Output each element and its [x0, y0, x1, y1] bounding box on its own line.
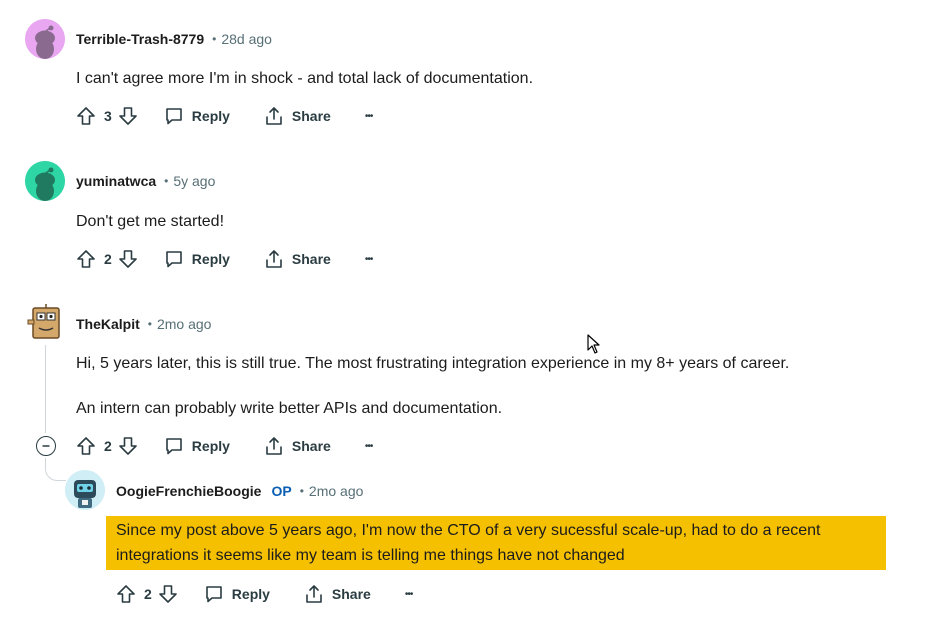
comment-meta: Terrible-Trash-8779 • 28d ago — [76, 27, 272, 51]
comment-bubble-icon — [205, 586, 222, 603]
upvote-button[interactable] — [76, 106, 96, 126]
share-button[interactable]: Share — [304, 584, 371, 604]
comment-bubble-icon — [165, 438, 182, 455]
timestamp[interactable]: 5y ago — [173, 173, 215, 189]
upvote-icon — [77, 107, 95, 125]
more-options-icon: ••• — [364, 440, 373, 452]
mouse-cursor-icon — [587, 334, 600, 354]
op-badge: OP — [271, 483, 292, 499]
avatar[interactable] — [65, 470, 105, 510]
author-name[interactable]: TheKalpit — [76, 316, 140, 332]
more-options-icon: ••• — [404, 588, 413, 600]
downvote-icon — [118, 437, 137, 455]
downvote-button[interactable] — [118, 106, 138, 126]
share-label: Share — [291, 438, 331, 454]
upvote-icon — [77, 250, 95, 268]
author-name[interactable]: OogieFrenchieBoogie — [116, 483, 261, 499]
downvote-button[interactable] — [118, 436, 138, 456]
collapse-thread-button[interactable] — [36, 436, 56, 456]
snoo-avatar-icon — [25, 161, 65, 201]
upvote-icon — [117, 585, 135, 603]
share-button[interactable]: Share — [264, 106, 331, 126]
author-name[interactable]: Terrible-Trash-8779 — [76, 31, 204, 47]
comment-actions: 3 Reply Share ••• — [76, 102, 373, 130]
comment-text: Don't get me started! — [76, 213, 225, 230]
downvote-button[interactable] — [118, 249, 138, 269]
downvote-icon — [118, 107, 137, 125]
timestamp[interactable]: 2mo ago — [157, 316, 211, 332]
downvote-button[interactable] — [158, 584, 178, 604]
comment-text-line: An intern can probably write better APIs… — [76, 400, 503, 417]
reply-label: Reply — [191, 251, 230, 267]
avatar[interactable] — [25, 19, 65, 59]
more-options-icon: ••• — [364, 110, 373, 122]
comment-text: I can't agree more I'm in shock - and to… — [76, 70, 534, 87]
separator: • — [164, 174, 169, 188]
upvote-button[interactable] — [76, 249, 96, 269]
comment-meta: yuminatwca • 5y ago — [76, 169, 215, 193]
comment-text-highlighted: Since my post above 5 years ago, I'm now… — [106, 516, 886, 570]
more-options-button[interactable]: ••• — [365, 441, 373, 452]
share-label: Share — [331, 586, 371, 602]
comment-meta: OogieFrenchieBoogie OP • 2mo ago — [116, 479, 363, 503]
comment-actions: 2 Reply Share ••• — [76, 432, 373, 460]
share-icon — [266, 250, 282, 268]
vote-count: 2 — [144, 586, 152, 602]
comment-text-line: Hi, 5 years later, this is still true. T… — [76, 355, 790, 372]
reply-label: Reply — [191, 108, 230, 124]
more-options-icon: ••• — [364, 253, 373, 265]
reply-button[interactable]: Reply — [164, 249, 230, 269]
downvote-icon — [158, 585, 177, 603]
reply-button[interactable]: Reply — [204, 584, 270, 604]
share-icon — [266, 437, 282, 455]
minus-icon — [42, 445, 50, 447]
more-options-button[interactable]: ••• — [365, 111, 373, 122]
avatar[interactable] — [25, 302, 65, 342]
robot-avatar-icon — [65, 470, 105, 510]
comment-actions: 2 Reply Share ••• — [76, 245, 373, 273]
vote-count: 3 — [104, 108, 112, 124]
thread-line-reply-connector — [45, 458, 66, 481]
reply-button[interactable]: Reply — [164, 106, 230, 126]
comment-bubble-icon — [165, 251, 182, 268]
share-label: Share — [291, 251, 331, 267]
more-options-button[interactable]: ••• — [405, 589, 413, 600]
share-label: Share — [291, 108, 331, 124]
vote-count: 2 — [104, 438, 112, 454]
more-options-button[interactable]: ••• — [365, 254, 373, 265]
reply-label: Reply — [191, 438, 230, 454]
vote-count: 2 — [104, 251, 112, 267]
share-icon — [306, 585, 322, 603]
upvote-button[interactable] — [76, 436, 96, 456]
author-name[interactable]: yuminatwca — [76, 173, 156, 189]
separator: • — [147, 317, 152, 331]
reply-button[interactable]: Reply — [164, 436, 230, 456]
comment-meta: TheKalpit • 2mo ago — [76, 312, 211, 336]
snoo-avatar-icon — [25, 19, 65, 59]
comment-bubble-icon — [165, 108, 182, 125]
share-button[interactable]: Share — [264, 249, 331, 269]
upvote-icon — [77, 437, 95, 455]
share-button[interactable]: Share — [264, 436, 331, 456]
reply-label: Reply — [231, 586, 270, 602]
separator: • — [299, 484, 304, 498]
timestamp[interactable]: 2mo ago — [309, 483, 363, 499]
timestamp[interactable]: 28d ago — [221, 31, 272, 47]
cardboard-robot-avatar-icon — [27, 304, 60, 339]
downvote-icon — [118, 250, 137, 268]
comment-actions: 2 Reply Share ••• — [116, 580, 413, 608]
upvote-button[interactable] — [116, 584, 136, 604]
thread-line — [45, 345, 46, 433]
avatar[interactable] — [25, 161, 65, 201]
share-icon — [266, 107, 282, 125]
separator: • — [212, 32, 217, 46]
